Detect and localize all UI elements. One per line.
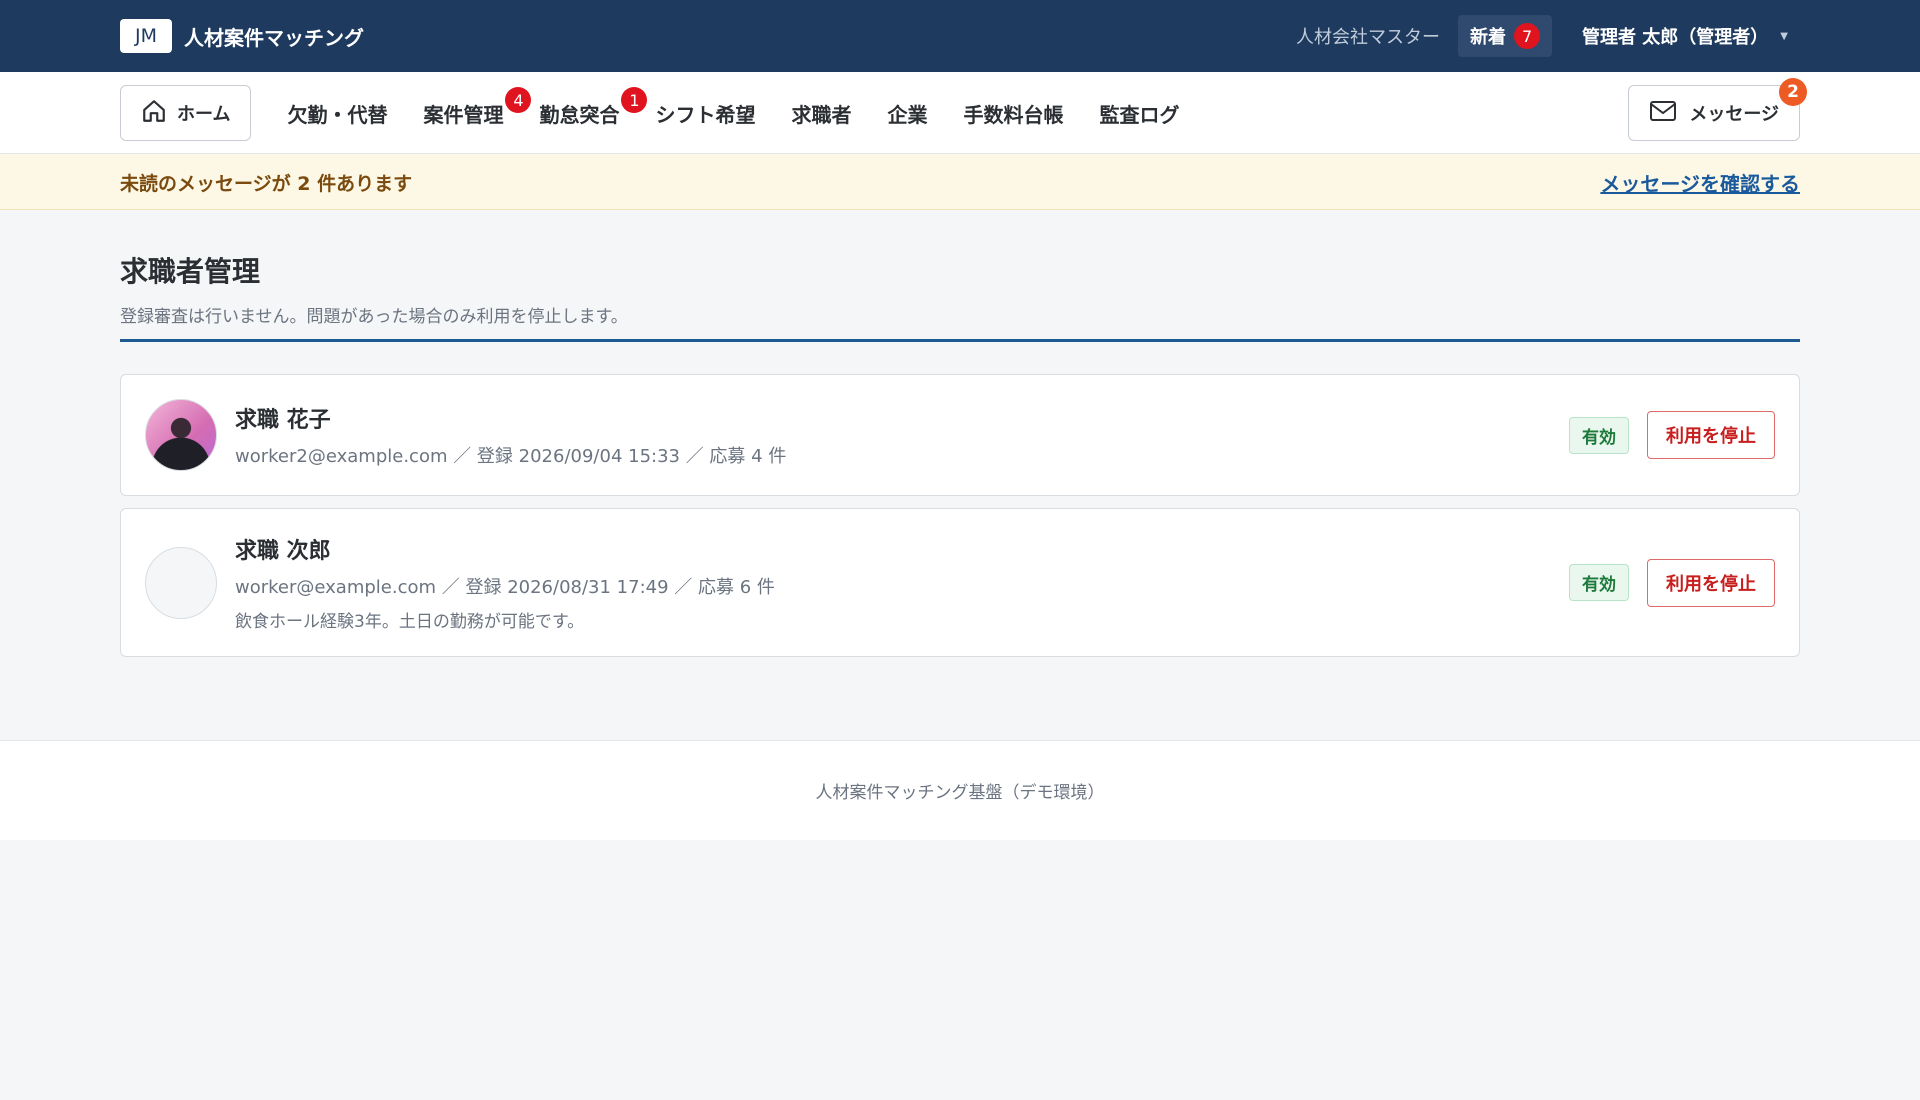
- worker-meta: worker@example.com ／ 登録 2026/08/31 17:49…: [235, 577, 775, 598]
- nav-item-companies[interactable]: 企業: [869, 85, 945, 141]
- brand-logo: JM: [120, 19, 172, 53]
- messages-label: メッセージ: [1689, 104, 1779, 125]
- messages-count-badge: 2: [1779, 78, 1807, 106]
- page-title: 求職者管理: [120, 255, 261, 288]
- check-messages-link[interactable]: メッセージを確認する: [1600, 168, 1800, 197]
- unread-notice-text: 未読のメッセージが 2 件あります: [120, 172, 413, 195]
- nav-item-fees[interactable]: 手数料台帳: [945, 85, 1081, 141]
- new-label: 新着: [1470, 27, 1507, 48]
- brand[interactable]: JM 人材案件マッチング: [120, 19, 364, 53]
- new-notifications-button[interactable]: 新着 7: [1458, 15, 1553, 57]
- mail-icon: [1649, 100, 1677, 127]
- company-name: 人材会社マスター: [1296, 27, 1441, 48]
- avatar: [145, 546, 217, 619]
- chevron-down-icon: ▼: [1780, 30, 1788, 42]
- home-icon: [141, 98, 167, 129]
- footer: 人材案件マッチング基盤（デモ環境）: [0, 740, 1920, 840]
- new-count-badge: 7: [1514, 23, 1541, 49]
- nav-item-projects[interactable]: 案件管理 4: [405, 85, 532, 141]
- worker-name: 求職 次郎: [235, 539, 331, 564]
- status-badge: 有効: [1569, 564, 1629, 601]
- worker-list: 求職 花子 worker2@example.com ／ 登録 2026/09/0…: [120, 374, 1800, 657]
- user-menu[interactable]: 管理者 太郎（管理者） ▼: [1582, 23, 1788, 49]
- worker-note: 飲食ホール経験3年。土日の勤務が可能です。: [235, 612, 585, 632]
- footer-text: 人材案件マッチング基盤（デモ環境）: [815, 783, 1105, 803]
- unread-notice: 未読のメッセージが 2 件あります メッセージを確認する: [0, 154, 1920, 210]
- status-badge: 有効: [1569, 416, 1629, 454]
- nav-item-shift[interactable]: シフト希望: [637, 85, 773, 141]
- worker-card: 求職 次郎 worker@example.com ／ 登録 2026/08/31…: [120, 508, 1800, 657]
- worker-meta: worker2@example.com ／ 登録 2026/09/04 15:3…: [235, 446, 787, 467]
- nav-item-absence[interactable]: 欠勤・代替: [269, 85, 405, 141]
- nav-item-attendance[interactable]: 勤怠突合 1: [521, 85, 648, 141]
- worker-card: 求職 花子 worker2@example.com ／ 登録 2026/09/0…: [120, 374, 1800, 496]
- user-name: 管理者 太郎（管理者）: [1582, 27, 1769, 48]
- suspend-button[interactable]: 利用を停止: [1647, 411, 1775, 459]
- page-description: 登録審査は行いません。問題があった場合のみ利用を停止します。: [120, 302, 1800, 342]
- app-title: 人材案件マッチング: [184, 25, 364, 50]
- main-content: 求職者管理 登録審査は行いません。問題があった場合のみ利用を停止します。 求職 …: [120, 210, 1800, 740]
- nav-home-button[interactable]: ホーム: [120, 85, 252, 141]
- avatar: [145, 399, 217, 471]
- top-header: JM 人材案件マッチング 人材会社マスター 新着 7 管理者 太郎（管理者） ▼: [0, 0, 1920, 72]
- suspend-button[interactable]: 利用を停止: [1647, 558, 1775, 607]
- nav-home-label: ホーム: [177, 104, 231, 125]
- nav-item-workers[interactable]: 求職者: [773, 85, 869, 141]
- worker-name: 求職 花子: [235, 408, 331, 433]
- nav-item-audit-log[interactable]: 監査ログ: [1081, 85, 1197, 141]
- main-nav: ホーム 欠勤・代替 案件管理 4 勤怠突合 1 シフト希望 求職者 企業 手数料…: [0, 72, 1920, 154]
- messages-button[interactable]: メッセージ 2: [1628, 78, 1807, 141]
